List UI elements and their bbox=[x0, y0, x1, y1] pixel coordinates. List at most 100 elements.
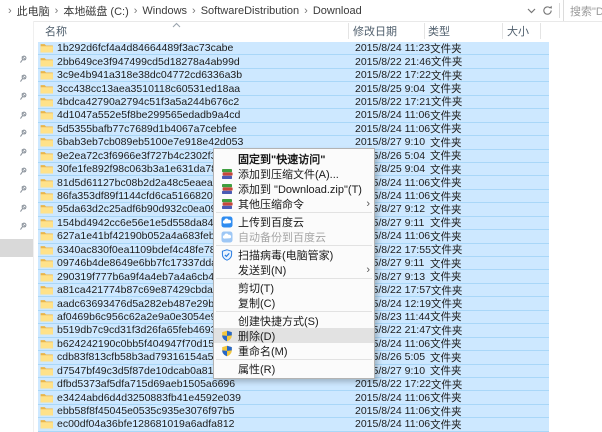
quick-access-pin-icon[interactable] bbox=[19, 181, 28, 190]
folder-icon bbox=[40, 218, 53, 228]
folder-icon bbox=[40, 151, 53, 161]
menu-item-scan-virus[interactable]: 扫描病毒(电脑管家) bbox=[214, 247, 374, 262]
column-header-type[interactable]: 类型 bbox=[428, 21, 450, 40]
breadcrumb-item[interactable]: 此电脑 bbox=[17, 3, 50, 19]
menu-item-create-shortcut[interactable]: 创建快捷方式(S) bbox=[214, 313, 374, 328]
search-input[interactable]: 搜索"Do bbox=[563, 0, 602, 21]
menu-item-auto-backup-to-baidu-cloud: 自动备份到百度云 bbox=[214, 229, 374, 244]
context-menu: 固定到"快速访问"添加到压缩文件(A)...添加到 "Download.zip"… bbox=[213, 148, 375, 379]
file-explorer-window: ›此电脑›本地磁盘 (C:)›Windows›SoftwareDistribut… bbox=[0, 0, 602, 432]
file-date-modified: 2015/8/22 17:22 bbox=[355, 378, 431, 390]
column-divider[interactable] bbox=[502, 23, 503, 39]
baidu-cloud-icon bbox=[220, 231, 234, 243]
breadcrumb-separator: › bbox=[8, 5, 12, 17]
winrar-icon bbox=[220, 198, 234, 210]
uac-shield-icon bbox=[220, 330, 234, 342]
folder-icon bbox=[40, 406, 53, 416]
column-header-size[interactable]: 大小 bbox=[507, 21, 529, 40]
quick-access-pin-icon[interactable] bbox=[19, 70, 28, 79]
menu-item-label: 复制(C) bbox=[238, 295, 362, 311]
file-name: 4bdca42790a2794c51f3a5a244b676c2 bbox=[57, 96, 355, 108]
file-name: e3424abd6d4d3250883fb41e4592e039 bbox=[57, 392, 355, 404]
file-date-modified: 2015/8/22 21:46 bbox=[355, 56, 431, 68]
file-name: 3cc438cc13aea3510118c60531ed18aa bbox=[57, 83, 355, 95]
folder-icon bbox=[40, 84, 53, 94]
menu-item-label: 剪切(T) bbox=[238, 280, 362, 296]
menu-item-label: 添加到压缩文件(A)... bbox=[238, 166, 362, 182]
menu-icon-spacer bbox=[220, 363, 234, 375]
uac-shield-icon bbox=[220, 345, 234, 357]
shield-check-icon bbox=[220, 249, 234, 261]
column-divider[interactable] bbox=[348, 23, 349, 39]
navigation-pane bbox=[0, 21, 34, 432]
menu-item-label: 其他压缩命令 bbox=[238, 196, 362, 212]
quick-access-pin-icon[interactable] bbox=[19, 88, 28, 97]
menu-item-copy[interactable]: 复制(C) bbox=[214, 295, 374, 310]
quick-access-pin-icon[interactable] bbox=[19, 218, 28, 227]
menu-icon-spacer bbox=[220, 153, 234, 165]
file-name: ec00df04a36bfe128681019a6adfa812 bbox=[57, 418, 355, 430]
column-header-date[interactable]: 修改日期 bbox=[353, 21, 397, 40]
breadcrumb-item[interactable]: 本地磁盘 (C:) bbox=[63, 3, 128, 19]
menu-icon-spacer bbox=[220, 264, 234, 276]
menu-item-delete[interactable]: 删除(D) bbox=[214, 328, 374, 343]
folder-icon bbox=[40, 57, 53, 67]
file-date-modified: 2015/8/24 11:06 bbox=[355, 123, 430, 135]
menu-item-pin-to-quick-access[interactable]: 固定到"快速访问" bbox=[214, 151, 374, 166]
file-name: dfbd5373af5dfa715d69aeb1505a6696 bbox=[57, 378, 355, 390]
menu-item-upload-to-baidu-cloud[interactable]: 上传到百度云 bbox=[214, 214, 374, 229]
menu-item-rename[interactable]: 重命名(M) bbox=[214, 343, 374, 358]
quick-access-pin-icon[interactable] bbox=[19, 144, 28, 153]
menu-item-add-to-archive[interactable]: 添加到压缩文件(A)... bbox=[214, 166, 374, 181]
folder-icon bbox=[40, 285, 53, 295]
file-date-modified: 2015/8/22 17:21 bbox=[355, 96, 431, 108]
refresh-icon[interactable] bbox=[542, 5, 553, 16]
menu-item-label: 重命名(M) bbox=[238, 343, 362, 359]
breadcrumb: ›此电脑›本地磁盘 (C:)›Windows›SoftwareDistribut… bbox=[0, 3, 362, 19]
folder-icon bbox=[40, 70, 53, 80]
folder-icon bbox=[40, 419, 53, 429]
quick-access-pin-icon[interactable] bbox=[19, 125, 28, 134]
quick-access-pin-icon[interactable] bbox=[19, 51, 28, 60]
folder-icon bbox=[40, 178, 53, 188]
divider bbox=[559, 3, 560, 18]
table-row[interactable]: ec00df04a36bfe128681019a6adfa8122015/8/2… bbox=[38, 418, 549, 431]
folder-icon bbox=[40, 366, 53, 376]
quick-access-pin-icon[interactable] bbox=[19, 107, 28, 116]
breadcrumb-separator: › bbox=[55, 5, 59, 17]
menu-icon-spacer bbox=[220, 297, 234, 309]
breadcrumb-item[interactable]: SoftwareDistribution bbox=[201, 5, 299, 17]
file-name: ebb58f8f45045e0535c935e3076f97b5 bbox=[57, 405, 355, 417]
quick-access-pin-icon[interactable] bbox=[19, 200, 28, 209]
menu-item-label: 创建快捷方式(S) bbox=[238, 313, 362, 329]
folder-icon bbox=[40, 352, 53, 362]
column-divider[interactable] bbox=[540, 23, 541, 39]
search-placeholder: 搜索"Do bbox=[570, 3, 602, 19]
menu-icon-spacer bbox=[220, 282, 234, 294]
quick-access-pin-icon[interactable] bbox=[19, 163, 28, 172]
menu-item-send-to[interactable]: 发送到(N)› bbox=[214, 262, 374, 277]
nav-selected-item[interactable] bbox=[0, 239, 33, 257]
column-header-name[interactable]: 名称 bbox=[45, 21, 67, 40]
folder-icon bbox=[40, 204, 53, 214]
folder-icon bbox=[40, 325, 53, 335]
file-date-modified: 2015/8/24 11:06 bbox=[355, 392, 430, 404]
menu-item-other-compression-commands[interactable]: 其他压缩命令› bbox=[214, 196, 374, 211]
breadcrumb-item[interactable]: Download bbox=[313, 5, 362, 17]
folder-icon bbox=[40, 245, 53, 255]
menu-item-label: 固定到"快速访问" bbox=[238, 151, 362, 167]
menu-item-label: 上传到百度云 bbox=[238, 214, 362, 230]
breadcrumb-separator: › bbox=[192, 5, 196, 17]
file-name: 4d1047a552e5f8be299565edadb9a4cd bbox=[57, 109, 355, 121]
breadcrumb-item[interactable]: Windows bbox=[142, 5, 187, 17]
menu-item-label: 属性(R) bbox=[238, 361, 362, 377]
column-divider[interactable] bbox=[424, 23, 425, 39]
menu-item-cut[interactable]: 剪切(T) bbox=[214, 280, 374, 295]
folder-icon bbox=[40, 191, 53, 201]
menu-item-add-to-download-zip[interactable]: 添加到 "Download.zip"(T) bbox=[214, 181, 374, 196]
file-date-modified: 2015/8/22 17:22 bbox=[355, 69, 431, 81]
chevron-down-icon[interactable] bbox=[527, 8, 536, 14]
file-date-modified: 2015/8/24 11:06 bbox=[355, 405, 430, 417]
menu-item-properties[interactable]: 属性(R) bbox=[214, 361, 374, 376]
file-date-modified: 2015/8/24 11:23 bbox=[355, 42, 430, 54]
